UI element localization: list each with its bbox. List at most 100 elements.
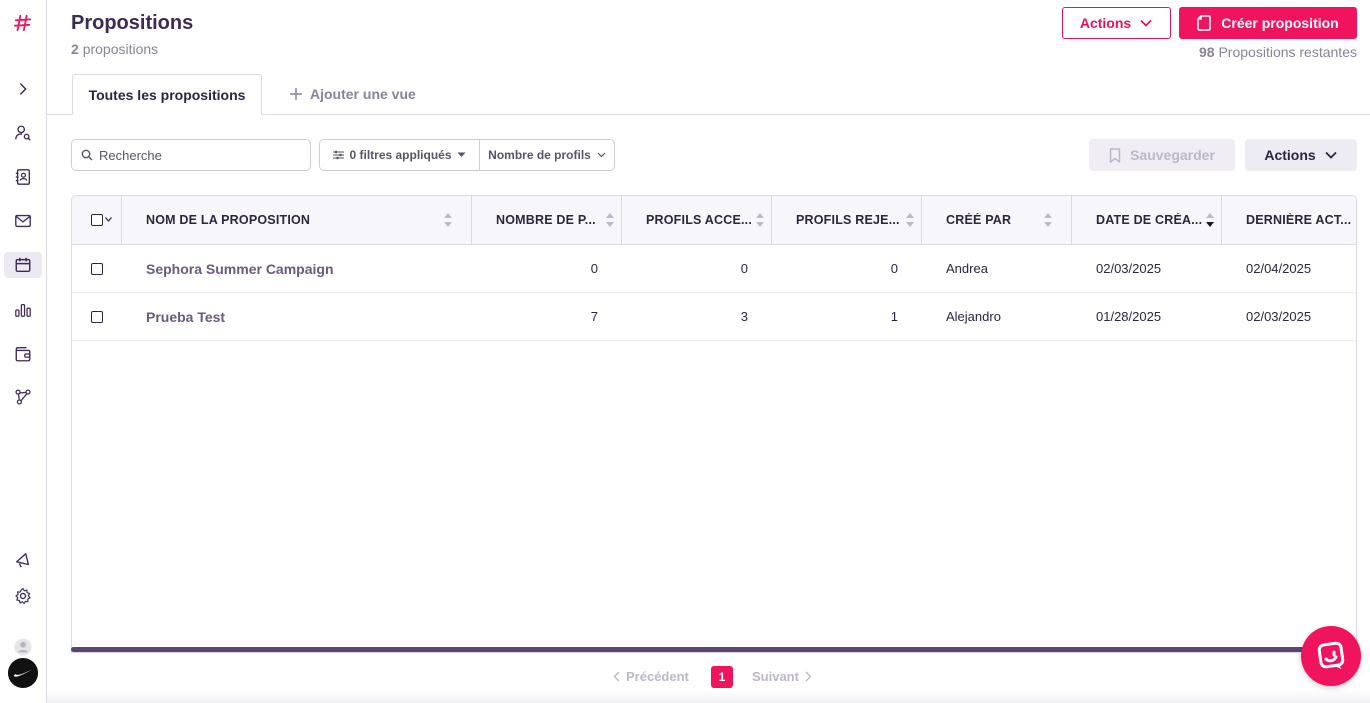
last-activity-cell: 02/04/2025 xyxy=(1246,261,1312,276)
add-view-label: Ajouter une vue xyxy=(310,86,416,102)
search-input[interactable] xyxy=(99,147,299,163)
column-header-last-activity[interactable]: DERNIÈRE ACT... xyxy=(1222,196,1356,244)
column-label: NOMBRE DE P... xyxy=(496,213,596,227)
row-checkbox-cell[interactable] xyxy=(91,293,103,340)
table-actions-label: Actions xyxy=(1264,147,1316,163)
tab-all-propositions[interactable]: Toutes les propositions xyxy=(72,74,262,115)
add-view-tab[interactable]: Ajouter une vue xyxy=(289,84,416,104)
filter-sliders-icon xyxy=(333,150,345,160)
sidebar xyxy=(0,0,47,703)
user-search-icon[interactable] xyxy=(4,120,42,146)
bar-chart-icon[interactable] xyxy=(4,297,42,323)
pagination: Précédent 1 Suivant xyxy=(0,666,1370,688)
filters-applied-label: 0 filtres appliqués xyxy=(349,148,452,162)
caret-down-icon xyxy=(457,152,466,157)
row-checkbox-cell[interactable] xyxy=(91,245,103,292)
created-by-cell: Alejandro xyxy=(946,309,1001,324)
page-title: Propositions xyxy=(71,12,194,34)
calendar-icon[interactable] xyxy=(4,252,42,278)
profiles-count-cell: 0 xyxy=(590,261,598,276)
create-proposition-button[interactable]: Créer proposition xyxy=(1179,7,1357,39)
profiles-filter-label: Nombre de profils xyxy=(488,148,591,162)
column-label: DATE DE CRÉA... xyxy=(1096,213,1203,227)
settings-gear-icon[interactable] xyxy=(4,583,42,609)
sort-desc-icon[interactable] xyxy=(1205,211,1215,229)
plus-icon xyxy=(290,88,302,100)
created-date-cell: 02/03/2025 xyxy=(1096,261,1162,276)
chevron-down-icon xyxy=(597,152,606,158)
table-header: NOM DE LA PROPOSITION NOMBRE DE P... PRO… xyxy=(72,196,1356,245)
proposition-name-link[interactable]: Sephora Summer Campaign xyxy=(146,245,334,292)
last-activity-cell: 02/03/2025 xyxy=(1246,309,1312,324)
actions-label: Actions xyxy=(1079,15,1132,31)
sort-icon[interactable] xyxy=(905,211,915,229)
proposition-count: 2 xyxy=(71,41,79,57)
megaphone-icon[interactable] xyxy=(4,547,42,573)
search-box[interactable] xyxy=(71,139,311,171)
row-checkbox[interactable] xyxy=(91,310,103,323)
document-add-icon xyxy=(1197,15,1212,31)
remaining-count: 98 xyxy=(1199,44,1215,60)
row-checkbox[interactable] xyxy=(91,262,103,275)
filter-group: 0 filtres appliqués Nombre de profils xyxy=(319,139,615,171)
column-header-rejected[interactable]: PROFILS REJE... xyxy=(772,196,922,244)
column-header-profiles[interactable]: NOMBRE DE P... xyxy=(472,196,622,244)
table-row[interactable]: Prueba Test 7 3 1 Alejandro 01/28/2025 0… xyxy=(72,293,1356,341)
filters-applied-button[interactable]: 0 filtres appliqués xyxy=(320,140,480,170)
mail-icon[interactable] xyxy=(4,208,42,234)
created-by-cell: Andrea xyxy=(946,261,988,276)
accepted-count-cell: 3 xyxy=(740,309,748,324)
current-page[interactable]: 1 xyxy=(711,666,733,688)
propositions-table: NOM DE LA PROPOSITION NOMBRE DE P... PRO… xyxy=(71,195,1357,653)
sort-icon[interactable] xyxy=(605,211,615,229)
bookmark-icon xyxy=(1109,147,1121,163)
previous-page-button[interactable]: Précédent xyxy=(613,669,689,684)
logo-hash-icon[interactable] xyxy=(4,10,42,36)
column-label: DERNIÈRE ACT... xyxy=(1246,213,1352,227)
chevron-left-icon xyxy=(613,671,620,682)
column-label: CRÉÉ PAR xyxy=(946,213,1012,227)
accepted-count-cell: 0 xyxy=(740,261,748,276)
select-all-checkbox[interactable] xyxy=(91,214,103,226)
contacts-icon[interactable] xyxy=(4,164,42,190)
bottom-fade xyxy=(47,690,1370,703)
previous-label: Précédent xyxy=(626,669,689,684)
next-page-button[interactable]: Suivant xyxy=(752,669,812,684)
create-label: Créer proposition xyxy=(1221,15,1339,31)
workflow-icon[interactable] xyxy=(4,384,42,410)
table-actions-button[interactable]: Actions xyxy=(1245,139,1357,171)
wallet-icon[interactable] xyxy=(4,341,42,367)
save-view-button[interactable]: Sauvegarder xyxy=(1089,139,1235,171)
search-icon xyxy=(81,149,93,161)
column-header-accepted[interactable]: PROFILS ACCE... xyxy=(622,196,772,244)
table-row[interactable]: Sephora Summer Campaign 0 0 0 Andrea 02/… xyxy=(72,245,1356,293)
column-header-created-by[interactable]: CRÉÉ PAR xyxy=(922,196,1072,244)
chevron-down-icon xyxy=(1325,151,1337,159)
column-label: PROFILS REJE... xyxy=(796,213,900,227)
actions-dropdown-button[interactable]: Actions xyxy=(1062,7,1171,39)
created-date-cell: 01/28/2025 xyxy=(1096,309,1162,324)
remaining-propositions: 98 Propositions restantes xyxy=(1199,44,1357,60)
horizontal-scrollbar[interactable] xyxy=(71,647,1357,652)
profiles-count-cell: 7 xyxy=(590,309,598,324)
page-subtitle: 2 propositions xyxy=(71,41,158,57)
proposition-name-link[interactable]: Prueba Test xyxy=(146,293,225,340)
sort-icon[interactable] xyxy=(755,211,765,229)
help-chat-button[interactable] xyxy=(1301,626,1361,686)
sort-icon[interactable] xyxy=(443,211,453,229)
chevron-right-icon xyxy=(805,671,812,682)
expand-chevron-icon[interactable] xyxy=(4,76,42,102)
select-all-header[interactable] xyxy=(72,196,122,244)
column-header-name[interactable]: NOM DE LA PROPOSITION xyxy=(122,196,472,244)
column-label: PROFILS ACCE... xyxy=(646,213,753,227)
profiles-count-filter[interactable]: Nombre de profils xyxy=(480,140,614,170)
rejected-count-cell: 1 xyxy=(890,309,898,324)
next-label: Suivant xyxy=(752,669,799,684)
proposition-count-label: propositions xyxy=(82,41,159,57)
column-header-created-date[interactable]: DATE DE CRÉA... xyxy=(1072,196,1222,244)
sort-icon[interactable] xyxy=(1043,211,1053,229)
rejected-count-cell: 0 xyxy=(890,261,898,276)
save-label: Sauvegarder xyxy=(1130,147,1215,163)
remaining-label: Propositions restantes xyxy=(1218,44,1357,60)
chevron-down-icon[interactable] xyxy=(105,217,112,222)
